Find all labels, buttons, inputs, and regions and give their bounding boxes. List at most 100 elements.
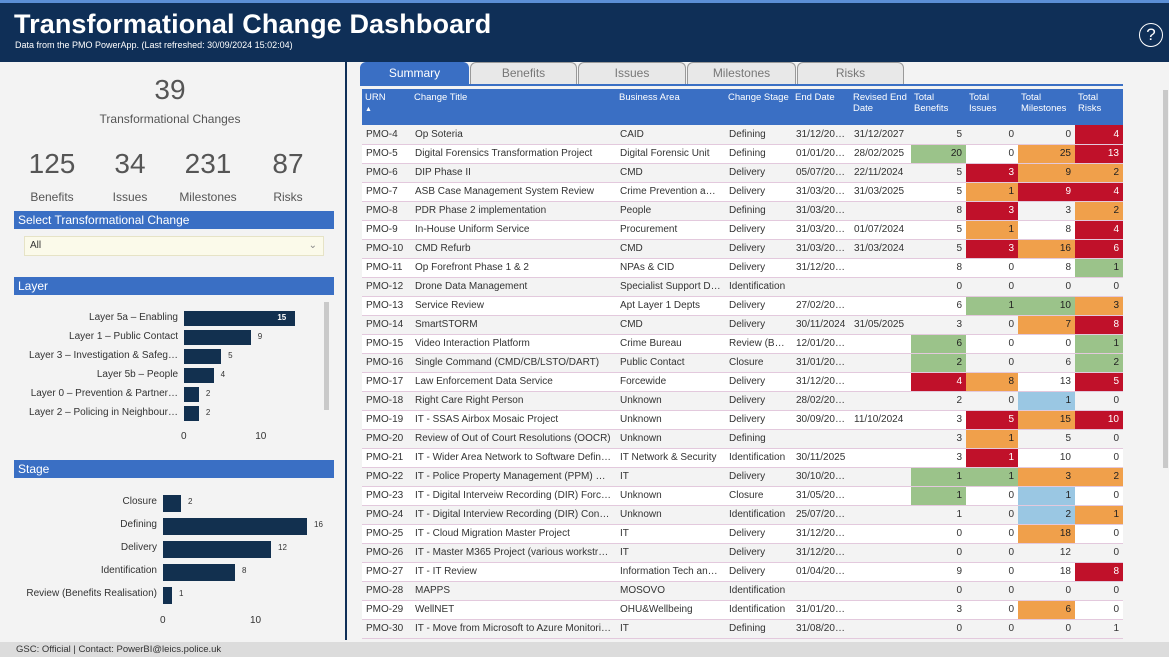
col-revised-end-date[interactable]: Revised End Date [850,89,911,125]
footer-bar: GSC: Official | Contact: PowerBI@leics.p… [0,642,1169,657]
table-cell: 5 [966,410,1018,430]
table-cell: Review (B… [725,334,792,354]
table-cell: Specialist Support Di… [616,277,725,297]
table-row[interactable]: PMO-29 WellNET OHU&Wellbeing Identification… [362,600,1123,620]
table-row[interactable]: PMO-7 ASB Case Management System Review Cr… [362,182,1123,202]
table-cell: 2 [1075,201,1123,221]
table-cell: 8 [1018,258,1075,278]
table-cell: PMO-9 [362,220,411,240]
layer-bar[interactable] [184,349,222,364]
table-row[interactable]: PMO-13 Service Review Apt Layer 1 Depts Del… [362,296,1123,316]
col-total-issues[interactable]: Total Issues [966,89,1018,125]
table-row[interactable]: PMO-6 DIP Phase II CMD Delivery 05/07/2024 22… [362,163,1123,183]
col-business-area[interactable]: Business Area [616,89,725,125]
table-row[interactable]: PMO-24 IT - Digital Interview Recording (… [362,505,1123,525]
table-cell [850,296,911,316]
table-cell: Unknown [616,486,725,506]
table-cell: PMO-28 [362,581,411,601]
table-cell: 0 [966,600,1018,620]
tab-summary[interactable]: Summary [360,62,469,84]
table-cell: IT - Digital Interview Recording (DIR) C… [411,505,616,525]
question-circle-icon[interactable]: ? [1139,23,1163,47]
layer-chart-scrollbar[interactable] [324,302,329,410]
table-row[interactable]: PMO-21 IT - Wider Area Network to Softwar… [362,448,1123,468]
table-row[interactable]: PMO-4 Op Soteria CAID Defining 31/12/2026 31/… [362,125,1123,145]
tab-risks[interactable]: Risks [797,62,904,84]
col-change-title[interactable]: Change Title [411,89,616,125]
header-bar: Transformational Change Dashboard Data f… [0,0,1169,62]
stage-chart-header: Stage [14,460,334,478]
table-row[interactable]: PMO-8 PDR Phase 2 implementation People Def… [362,201,1123,221]
table-cell: 0 [1075,429,1123,449]
col-end-date[interactable]: End Date [792,89,850,125]
table-cell: 01/04/2025 [792,562,850,582]
table-row[interactable]: PMO-19 IT - SSAS Airbox Mosaic Project Unk… [362,410,1123,430]
table-cell: Law Enforcement Data Service [411,372,616,392]
table-row[interactable]: PMO-17 Law Enforcement Data Service Forcew… [362,372,1123,392]
table-row[interactable]: PMO-15 Video Interaction Platform Crime Bu… [362,334,1123,354]
stage-bar[interactable] [163,564,235,581]
table-scrollbar[interactable] [1163,90,1168,468]
table-row[interactable]: PMO-5 Digital Forensics Transformation Pr… [362,144,1123,164]
stage-bar[interactable] [163,587,172,604]
select-value: All [30,240,42,251]
table-cell: 31/12/2026 [792,372,850,392]
table-cell: 31/05/2025 [850,315,911,335]
table-cell: 1 [966,448,1018,468]
table-cell: 9 [911,562,966,582]
table-cell: 5 [911,239,966,259]
col-total-milestones[interactable]: Total Milestones [1018,89,1075,125]
table-cell: 0 [1018,277,1075,297]
table-row[interactable]: PMO-9 In-House Uniform Service Procurement… [362,220,1123,240]
table-cell: 3 [1018,201,1075,221]
table-cell: 9 [1018,182,1075,202]
col-total-benefits[interactable]: Total Benefits [911,89,966,125]
table-cell: Unknown [616,410,725,430]
table-row[interactable]: PMO-18 Right Care Right Person Unknown Deli… [362,391,1123,411]
transformational-change-select[interactable]: All ⌄ [24,236,324,256]
table-row[interactable]: PMO-22 IT - Police Property Management (P… [362,467,1123,487]
table-row[interactable]: PMO-25 IT - Cloud Migration Master Projec… [362,524,1123,544]
table-cell: 31/03/2024 [792,220,850,240]
stage-bar[interactable] [163,541,271,558]
tab-benefits[interactable]: Benefits [470,62,577,84]
layer-bar[interactable] [184,330,251,345]
table-row[interactable]: PMO-12 Drone Data Management Specialist Su… [362,277,1123,297]
table-cell: IT - Wider Area Network to Software Defi… [411,448,616,468]
table-cell: PMO-5 [362,144,411,164]
table-cell: 8 [911,258,966,278]
layer-bar[interactable] [184,368,214,383]
table-row[interactable]: PMO-16 Single Command (CMD/CB/LSTO/DART) P… [362,353,1123,373]
table-cell: 0 [1018,619,1075,639]
table-row[interactable]: PMO-27 IT - IT Review Information Tech an…… [362,562,1123,582]
table-row[interactable]: PMO-28 MAPPS MOSOVO Identification 0 0 0 0 [362,581,1123,601]
table-cell: 1 [1018,486,1075,506]
stage-bar-value: 1 [179,589,184,598]
layer-bar[interactable] [184,387,199,402]
table-row[interactable]: PMO-10 CMD Refurb CMD Delivery 31/03/2025 31/… [362,239,1123,259]
table-row[interactable]: PMO-14 SmartSTORM CMD Delivery 30/11/2024 31/… [362,315,1123,335]
stage-bar[interactable] [163,518,307,535]
table-row[interactable]: PMO-26 IT - Master M365 Project (various … [362,543,1123,563]
table-cell: PMO-15 [362,334,411,354]
stage-bar[interactable] [163,495,181,512]
table-cell: 2 [1075,353,1123,373]
table-cell: Delivery [725,391,792,411]
table-cell: PMO-22 [362,467,411,487]
col-total-risks[interactable]: Total Risks [1075,89,1123,125]
table-row[interactable]: PMO-30 IT - Move from Microsoft to Azure … [362,619,1123,639]
layer-bar-label: Layer 5b – People [96,369,178,380]
table-cell: Delivery [725,467,792,487]
tab-issues[interactable]: Issues [578,62,686,84]
col-change-stage[interactable]: Change Stage [725,89,792,125]
sort-asc-icon[interactable]: ▲ [365,106,372,113]
table-row[interactable]: PMO-11 Op Forefront Phase 1 & 2 NPAs & CID… [362,258,1123,278]
table-row[interactable]: PMO-23 IT - Digital Interveiw Recording (… [362,486,1123,506]
page-title: Transformational Change Dashboard [14,9,492,39]
table-cell: Defining [725,125,792,145]
tab-milestones[interactable]: Milestones [687,62,796,84]
table-row[interactable]: PMO-20 Review of Out of Court Resolutions… [362,429,1123,449]
col-urn[interactable]: URN ▲ [362,89,411,125]
layer-bar[interactable] [184,406,199,421]
table-cell: Procurement [616,220,725,240]
